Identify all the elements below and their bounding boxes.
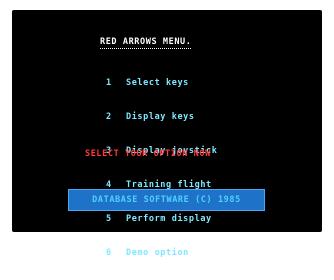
option-label: Select keys <box>126 78 189 88</box>
menu-option-demo[interactable]: 6 Demo option <box>106 246 217 260</box>
option-number: 6 <box>106 248 112 258</box>
menu-option-display-keys[interactable]: 2 Display keys <box>106 110 217 124</box>
menu-option-perform-display[interactable]: 5 Perform display <box>106 212 217 226</box>
menu-option-select-keys[interactable]: 1 Select keys <box>106 76 217 90</box>
option-label: Demo option <box>126 248 189 258</box>
option-number: 1 <box>106 78 112 88</box>
option-number: 5 <box>106 214 112 224</box>
option-prompt: SELECT YOUR OPTION NOW <box>85 149 211 159</box>
copyright-banner: DATABASE SOFTWARE (C) 1985 <box>68 189 265 211</box>
option-list: 1 Select keys 2 Display keys 3 Display j… <box>106 56 217 280</box>
game-screen: RED ARROWS MENU. 1 Select keys 2 Display… <box>12 10 322 258</box>
option-number: 2 <box>106 112 112 122</box>
copyright-text: DATABASE SOFTWARE (C) 1985 <box>92 195 241 205</box>
menu-title: RED ARROWS MENU. <box>100 37 192 49</box>
option-label: Display keys <box>126 112 195 122</box>
option-label: Perform display <box>126 214 212 224</box>
